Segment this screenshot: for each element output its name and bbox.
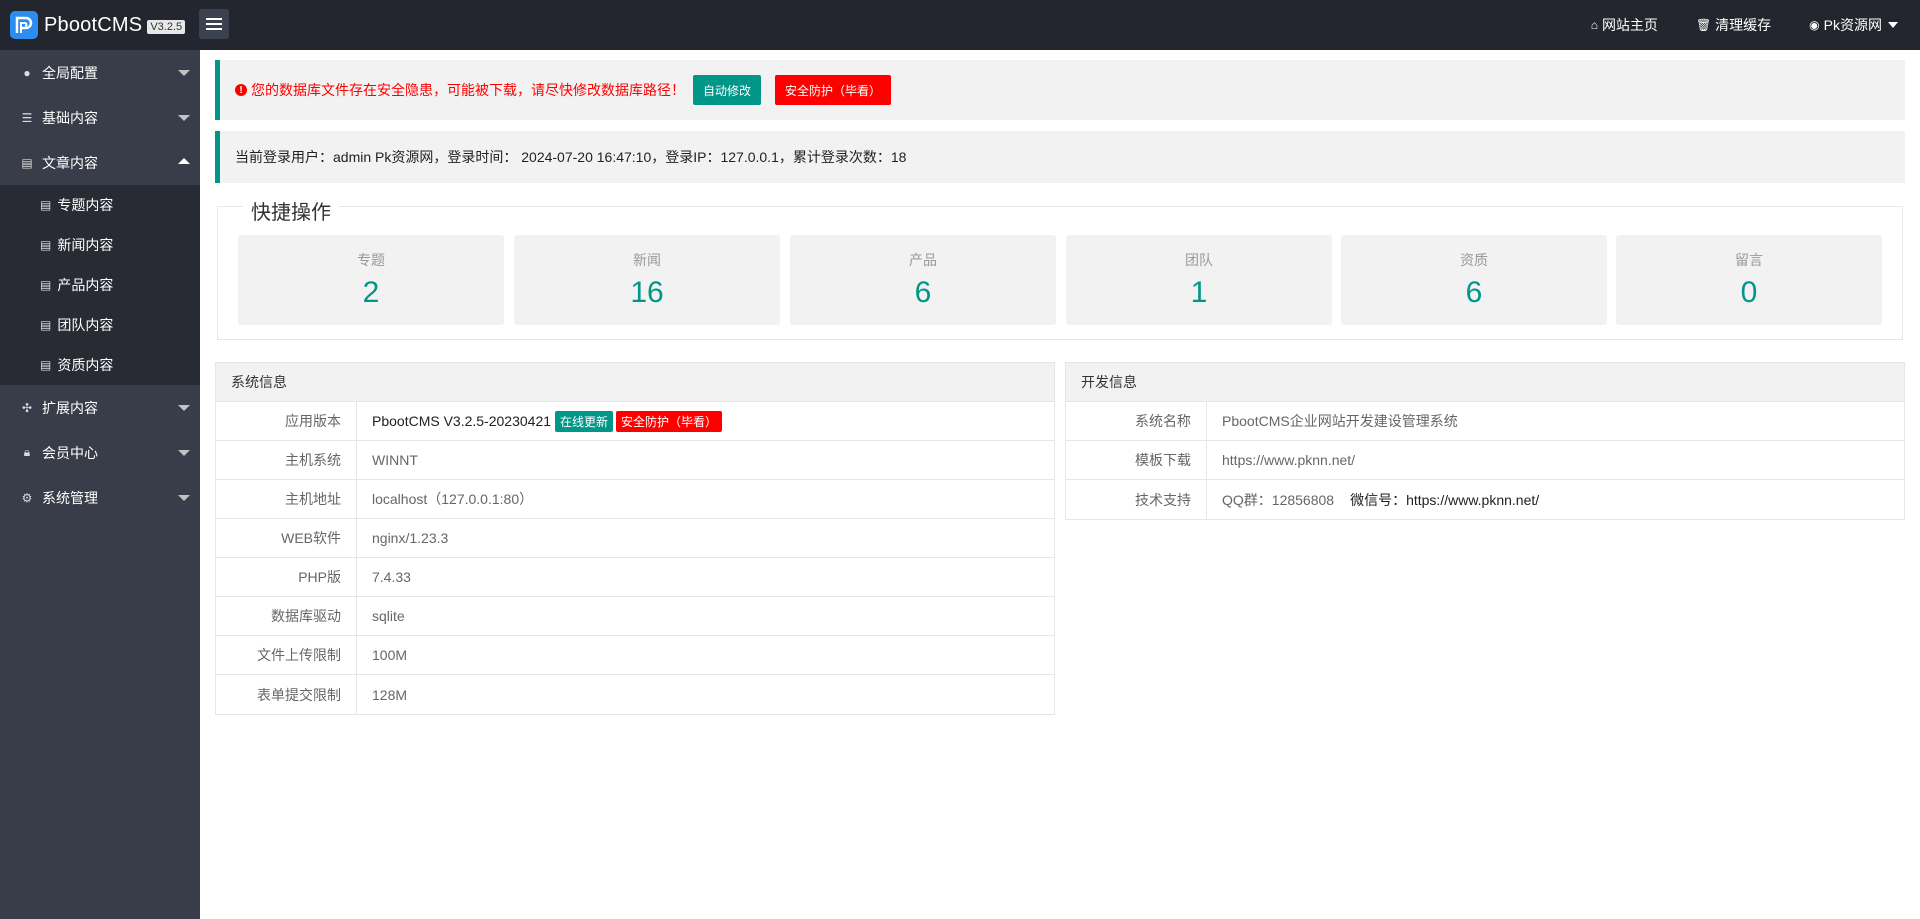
- article-submenu: ▤ 专题内容 ▤ 新闻内容 ▤ 产品内容 ▤ 团队内容 ▤ 资质内容: [0, 185, 200, 385]
- stat-card-news[interactable]: 新闻 16: [514, 235, 780, 325]
- stat-card-team[interactable]: 团队 1: [1066, 235, 1332, 325]
- home-link[interactable]: ⌂ 网站主页: [1591, 15, 1658, 35]
- dev-info-table: 开发信息 系统名称 PbootCMS企业网站开发建设管理系统 模板下载 https:…: [1065, 362, 1905, 520]
- clear-cache-link[interactable]: 🗑 清理缓存: [1696, 15, 1771, 35]
- table-row: 文件上传限制 100M: [216, 636, 1054, 675]
- chevron-down-icon: [178, 70, 190, 76]
- document-icon: ▤: [40, 358, 52, 372]
- warning-icon: !: [235, 84, 247, 96]
- stat-card-topics[interactable]: 专题 2: [238, 235, 504, 325]
- table-row: 模板下载 https://www.pknn.net/: [1066, 441, 1904, 480]
- document-icon: ▤: [40, 198, 52, 212]
- document-icon: ▤: [40, 238, 52, 252]
- chevron-down-icon: [178, 495, 190, 501]
- chevron-down-icon: [178, 115, 190, 121]
- table-row: 应用版本 PbootCMS V3.2.5-20230421 在线更新 安全防护（…: [216, 402, 1054, 441]
- stat-value: 6: [1465, 276, 1483, 309]
- sidebar-item-member-center[interactable]: 🔒︎ 会员中心: [0, 430, 200, 475]
- sidebar-item-topics[interactable]: ▤ 专题内容: [0, 185, 200, 225]
- stat-label: 资质: [1460, 252, 1488, 268]
- security-alert: ! 您的数据库文件存在安全隐患，可能被下载，请尽快修改数据库路径！ 自动修改 安…: [215, 60, 1905, 120]
- header-nav: ⌂ 网站主页 🗑 清理缓存 ◉ Pk资源网: [1553, 0, 1898, 50]
- stat-label: 专题: [357, 252, 385, 268]
- globe-icon: ●: [23, 65, 31, 80]
- stat-value: 1: [1190, 276, 1208, 309]
- chevron-down-icon: [178, 450, 190, 456]
- system-info-table: 系统信息 应用版本 PbootCMS V3.2.5-20230421 在线更新 …: [215, 362, 1055, 715]
- stat-value: 2: [362, 276, 380, 309]
- top-header: PbootCMS V3.2.5 ⌂ 网站主页 🗑 清理缓存 ◉ Pk资源网: [0, 0, 1920, 50]
- chevron-down-icon: [178, 405, 190, 411]
- chevron-down-icon: [1888, 22, 1898, 28]
- stat-value: 0: [1740, 276, 1758, 309]
- table-row: 数据库驱动 sqlite: [216, 597, 1054, 636]
- version-badge: V3.2.5: [147, 19, 186, 34]
- main-content: ! 您的数据库文件存在安全隐患，可能被下载，请尽快修改数据库路径！ 自动修改 安…: [200, 50, 1920, 919]
- stat-card-messages[interactable]: 留言 0: [1616, 235, 1882, 325]
- stat-label: 团队: [1185, 252, 1213, 268]
- login-info-alert: 当前登录用户：admin Pk资源网，登录时间： 2024-07-20 16:4…: [215, 131, 1905, 183]
- menu-toggle-button[interactable]: [199, 9, 229, 39]
- expand-icon: ✣: [21, 400, 33, 415]
- logo[interactable]: PbootCMS V3.2.5: [10, 10, 186, 40]
- stat-card-qualifications[interactable]: 资质 6: [1341, 235, 1607, 325]
- user-icon: ◉: [1809, 18, 1820, 32]
- login-info-text: 当前登录用户：admin Pk资源网，登录时间： 2024-07-20 16:4…: [235, 149, 907, 165]
- sidebar-item-extended-content[interactable]: ✣ 扩展内容: [0, 385, 200, 430]
- chevron-up-icon: [178, 158, 190, 164]
- security-alert-text: 您的数据库文件存在安全隐患，可能被下载，请尽快修改数据库路径！: [251, 82, 685, 98]
- table-row: 主机系统 WINNT: [216, 441, 1054, 480]
- sidebar-item-qualifications[interactable]: ▤ 资质内容: [0, 345, 200, 385]
- lock-icon: 🔒︎: [23, 445, 31, 459]
- wechat-link[interactable]: https://www.pknn.net/: [1406, 492, 1539, 508]
- table-row: PHP版 7.4.33: [216, 558, 1054, 597]
- trash-icon: 🗑: [1695, 18, 1712, 32]
- table-row: WEB软件 nginx/1.23.3: [216, 519, 1054, 558]
- document-icon: ▤: [40, 278, 52, 292]
- sidebar-item-article-content[interactable]: ▤ 文章内容: [0, 140, 200, 185]
- stat-card-products[interactable]: 产品 6: [790, 235, 1056, 325]
- auto-fix-button[interactable]: 自动修改: [693, 75, 762, 105]
- stat-label: 留言: [1735, 252, 1763, 268]
- table-row: 表单提交限制 128M: [216, 675, 1054, 714]
- security-protection-tag[interactable]: 安全防护（毕看）: [616, 410, 723, 432]
- table-row: 系统名称 PbootCMS企业网站开发建设管理系统: [1066, 402, 1904, 441]
- sidebar-item-system-management[interactable]: ⚙ 系统管理: [0, 475, 200, 520]
- dev-info-title: 开发信息: [1066, 363, 1904, 402]
- sliders-icon: ☰: [21, 110, 33, 125]
- quick-actions-title: 快捷操作: [243, 196, 339, 225]
- user-menu[interactable]: ◉ Pk资源网: [1809, 15, 1898, 35]
- logo-icon: [10, 11, 38, 39]
- sidebar-item-team[interactable]: ▤ 团队内容: [0, 305, 200, 345]
- sidebar-item-products[interactable]: ▤ 产品内容: [0, 265, 200, 305]
- system-info-title: 系统信息: [216, 363, 1054, 402]
- sidebar: ● 全局配置 ☰ 基础内容 ▤ 文章内容 ▤ 专题内容 ▤ 新闻内容 ▤ 产品内容 ▤…: [0, 50, 200, 919]
- template-download-link[interactable]: https://www.pknn.net/: [1207, 452, 1355, 468]
- quick-actions-panel: 快捷操作 专题 2 新闻 16 产品 6 团队 1 资质 6 留言 0: [217, 196, 1903, 340]
- logo-text: PbootCMS: [44, 13, 143, 36]
- file-icon: ▤: [21, 155, 33, 170]
- sidebar-item-basic-content[interactable]: ☰ 基础内容: [0, 95, 200, 140]
- sidebar-item-global-config[interactable]: ● 全局配置: [0, 50, 200, 95]
- table-row: 主机地址 localhost（127.0.0.1:80）: [216, 480, 1054, 519]
- hamburger-icon: [206, 18, 222, 20]
- online-update-button[interactable]: 在线更新: [555, 410, 614, 432]
- home-icon: ⌂: [1590, 18, 1598, 32]
- stat-label: 产品: [909, 252, 937, 268]
- gear-icon: ⚙: [21, 490, 33, 505]
- stat-value: 16: [630, 276, 664, 309]
- security-protection-button[interactable]: 安全防护（毕看）: [775, 75, 892, 105]
- table-row: 技术支持 QQ群：12856808 微信号： https://www.pknn.…: [1066, 480, 1904, 519]
- stat-value: 6: [914, 276, 932, 309]
- stat-label: 新闻: [633, 252, 661, 268]
- document-icon: ▤: [40, 318, 52, 332]
- sidebar-item-news[interactable]: ▤ 新闻内容: [0, 225, 200, 265]
